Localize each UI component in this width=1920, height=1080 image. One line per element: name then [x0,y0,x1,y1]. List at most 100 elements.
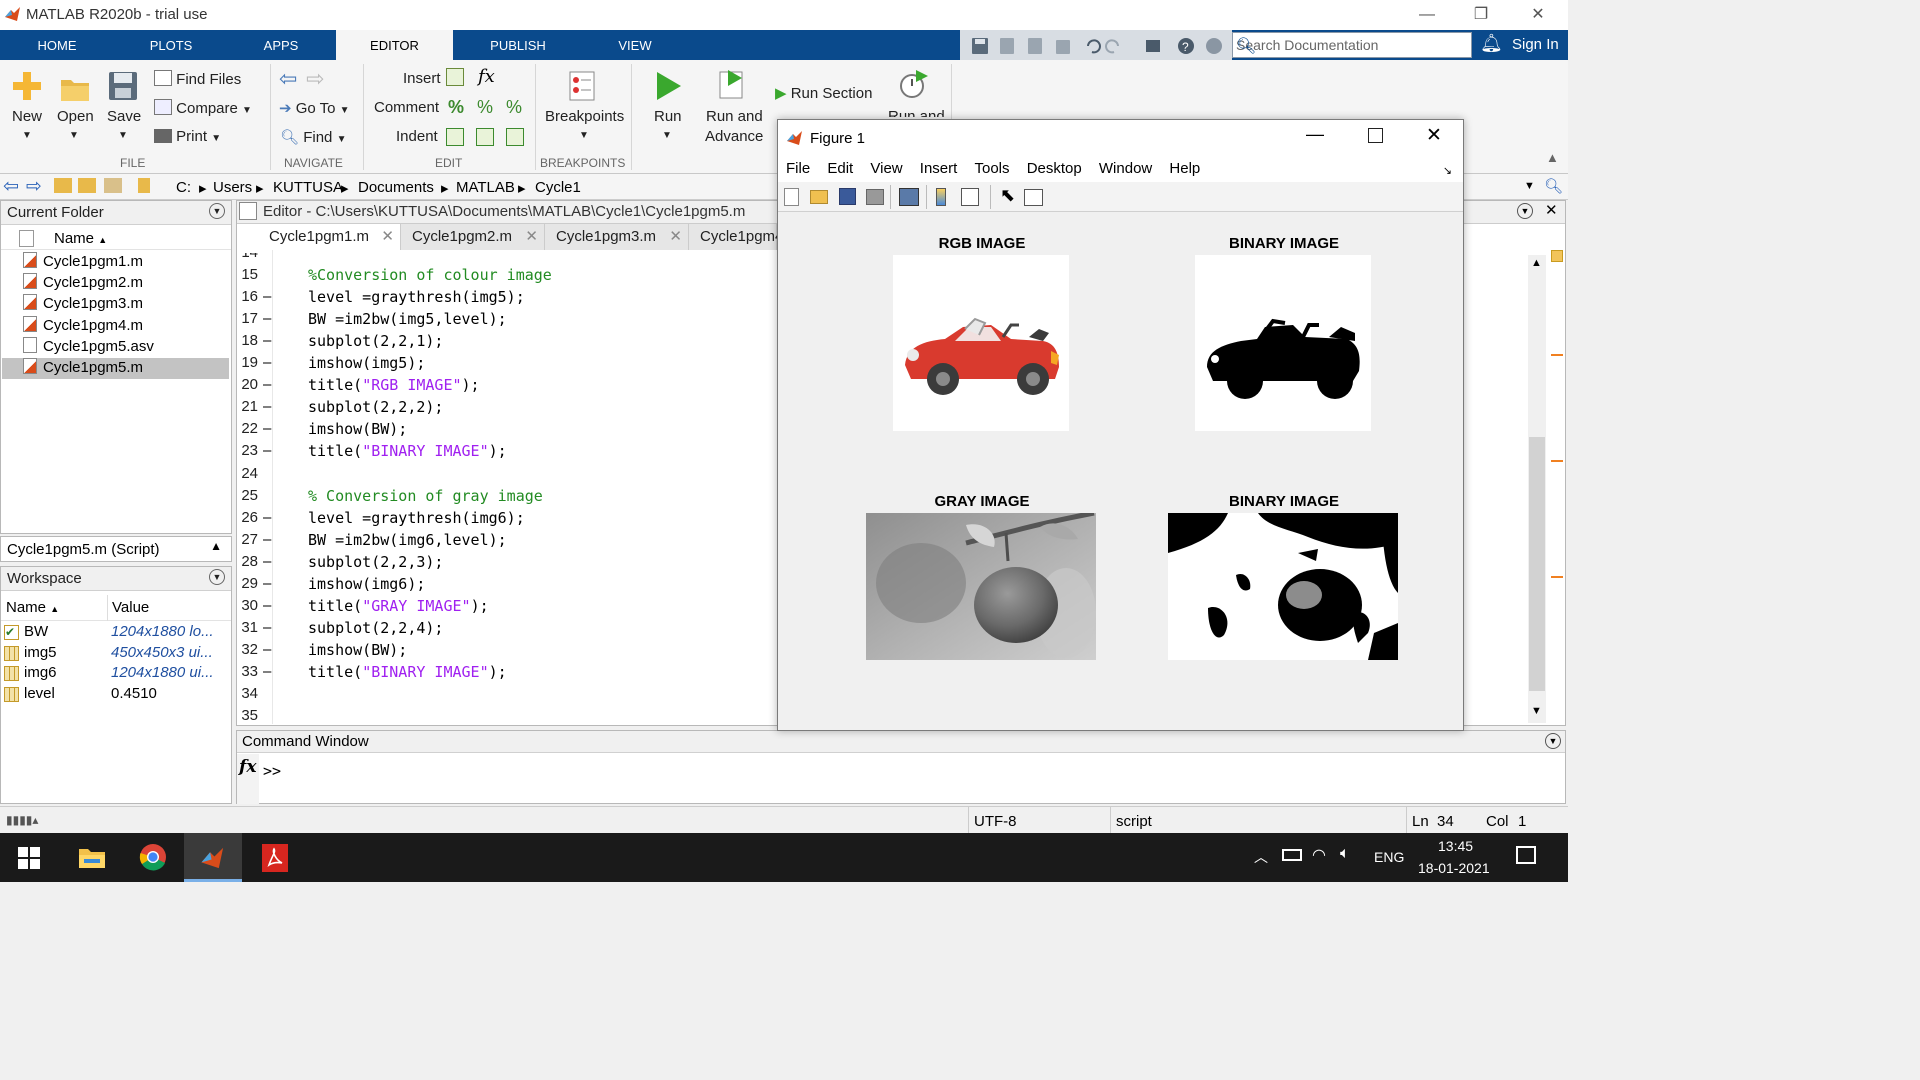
increase-indent-icon[interactable] [476,128,494,146]
forward-arrow-icon[interactable]: ⇨ [306,66,324,92]
code-line[interactable]: level =graythresh(img6); [308,509,525,527]
search-folder-icon[interactable] [104,178,122,193]
tab-plots[interactable]: PLOTS [132,30,210,60]
line-number[interactable]: 33 [232,663,258,680]
figure-menu-file[interactable]: File [786,156,810,182]
code-line[interactable]: % Conversion of gray image [308,487,543,505]
line-number[interactable]: 22 [232,420,258,437]
workspace-variable-row[interactable]: level 0.4510 [4,685,230,705]
chrome-browser-icon[interactable] [139,843,167,871]
code-line[interactable]: title("BINARY IMAGE"); [308,663,507,681]
value-column-header[interactable]: Value [112,599,149,616]
figure-maximize-button[interactable] [1368,128,1383,143]
editor-actions-icon[interactable]: ▼ [1517,203,1533,219]
name-column-header[interactable]: Name ▲ [54,230,107,247]
code-line[interactable]: imshow(BW); [308,420,407,438]
breakpoint-marker[interactable]: – [263,531,271,548]
line-number[interactable]: 16 [232,288,258,305]
line-number[interactable]: 15 [232,266,258,283]
back-icon[interactable]: ⇦ [3,175,19,198]
open-dropdown-icon[interactable]: ▼ [69,130,79,141]
insert-function-icon[interactable]: fx [478,66,495,87]
insert-legend-icon[interactable] [961,188,979,206]
goto-button[interactable]: ➔ Go To ▼ [279,99,350,117]
run-button[interactable]: Run [654,108,682,125]
breadcrumb-drive[interactable]: C: [176,179,191,196]
file-list-item[interactable]: Cycle1pgm5.asv [2,336,229,358]
line-number[interactable]: 27 [232,531,258,548]
run-and-advance-button[interactable]: Run and [706,108,763,125]
code-line[interactable]: title("BINARY IMAGE"); [308,442,507,460]
breakpoint-marker[interactable]: – [263,288,271,305]
open-button[interactable]: Open [57,108,94,125]
clock-time[interactable]: 13:45 [1438,838,1473,854]
breadcrumb-separator-icon[interactable]: ▸ [518,179,526,197]
workspace-variable-row[interactable]: img6 1204x1880 ui... [4,664,230,684]
figure-menu-tools[interactable]: Tools [974,156,1009,182]
file-list-item[interactable]: Cycle1pgm5.m [2,358,229,379]
breakpoint-marker[interactable]: – [263,663,271,680]
find-files-button[interactable]: Find Files [154,70,241,88]
breakpoint-marker[interactable]: – [263,597,271,614]
volume-icon[interactable]: 🔈︎ [1340,845,1350,863]
editor-close-icon[interactable]: ✕ [1545,201,1558,219]
code-line[interactable]: BW =im2bw(img5,level); [308,310,507,328]
command-window-actions-icon[interactable]: ▼ [1545,733,1561,749]
run-section-button[interactable]: ▶ Run Section [775,84,872,102]
insert-button[interactable]: Insert [403,70,441,87]
figure-menu-desktop[interactable]: Desktop [1027,156,1082,182]
code-line[interactable]: %Conversion of colour image [308,266,552,284]
comment-button[interactable]: Comment [374,99,439,116]
line-number[interactable]: 23 [232,442,258,459]
panel-actions-icon[interactable]: ▼ [209,569,225,585]
command-window[interactable]: Command Window ▼ fx >> [236,730,1566,804]
breakpoint-marker[interactable]: – [263,619,271,636]
breadcrumb-users[interactable]: Users [213,179,252,196]
analyzer-marker[interactable] [1551,354,1563,356]
figure-menu-window[interactable]: Window [1099,156,1152,182]
line-number[interactable]: 29 [232,575,258,592]
line-number[interactable]: 35 [232,707,258,724]
code-line[interactable]: imshow(BW); [308,641,407,659]
figure-menu-view[interactable]: View [870,156,902,182]
clock-date[interactable]: 18-01-2021 [1418,860,1490,876]
insert-colorbar-icon[interactable] [936,188,946,206]
breadcrumb-separator-icon[interactable]: ▸ [341,179,349,197]
breadcrumb-documents[interactable]: Documents [358,179,434,196]
line-number[interactable]: 19 [232,354,258,371]
line-number[interactable]: 30 [232,597,258,614]
file-details-bar[interactable]: Cycle1pgm5.m (Script) ▲ [0,536,232,562]
line-number[interactable]: 25 [232,487,258,504]
new-dropdown-icon[interactable]: ▼ [22,130,32,141]
breakpoint-marker[interactable]: – [263,376,271,393]
breakpoint-marker[interactable]: – [263,442,271,459]
file-list-item[interactable]: Cycle1pgm4.m [2,315,229,337]
editor-tab[interactable]: Cycle1pgm3.m ✕ [545,224,689,250]
save-dropdown-icon[interactable]: ▼ [118,130,128,141]
file-explorer-icon[interactable] [78,845,106,869]
minimize-button[interactable]: — [1404,3,1450,27]
address-search-icon[interactable]: 🔍︎ [1544,177,1563,195]
property-editor-icon[interactable] [1024,189,1043,206]
new-figure-icon[interactable] [784,188,799,206]
restore-button[interactable]: ❐ [1458,3,1504,27]
line-number[interactable]: 34 [232,685,258,702]
line-number[interactable]: 21 [232,398,258,415]
uncomment-icon[interactable]: % [477,97,493,118]
search-icon[interactable]: 🔍︎ [1236,36,1467,56]
line-number[interactable]: 28 [232,553,258,570]
sign-in-link[interactable]: Sign In [1512,36,1559,53]
browse-folder-icon[interactable] [78,178,96,193]
breakpoints-button[interactable]: Breakpoints [545,108,624,125]
code-line[interactable]: BW =im2bw(img6,level); [308,531,507,549]
link-plot-icon[interactable] [899,188,919,206]
expand-details-icon[interactable]: ▲ [210,539,222,553]
wrap-comments-icon[interactable]: % [506,97,522,118]
editor-scrollbar[interactable]: ▲ ▼ [1528,255,1546,723]
up-folder-icon[interactable] [54,178,72,193]
search-documentation-input[interactable]: Search Documentation 🔍︎ [1232,32,1472,58]
analyzer-marker[interactable] [1551,576,1563,578]
close-button[interactable]: ✕ [1515,3,1561,27]
tab-close-icon[interactable]: ✕ [669,224,682,250]
figure-menu-insert[interactable]: Insert [920,156,958,182]
